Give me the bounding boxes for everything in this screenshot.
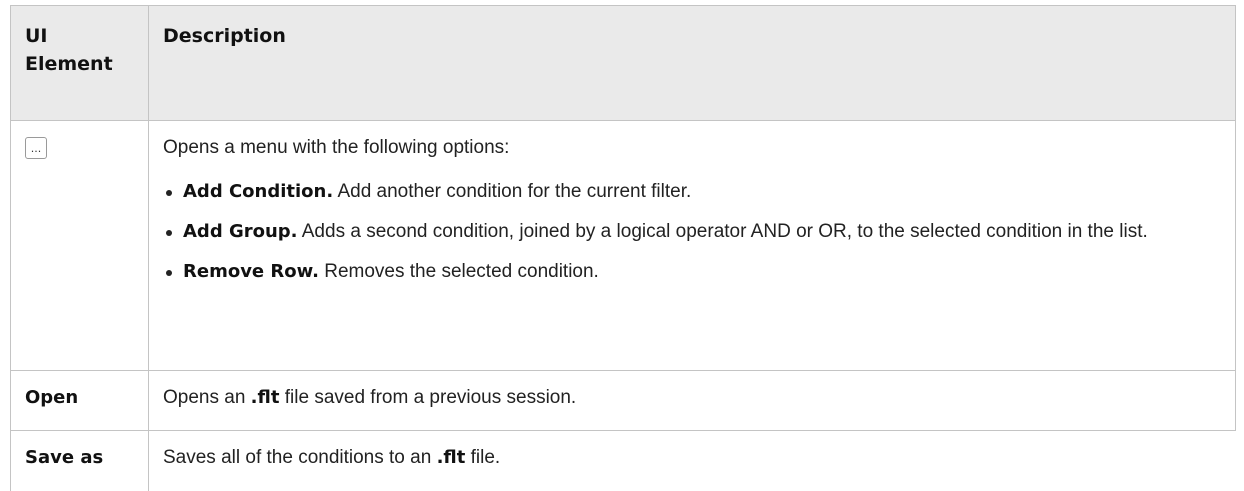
table-row: ... Opens a menu with the following opti… — [10, 120, 1236, 371]
description-text: file. — [465, 447, 501, 468]
description-intro: Opens a menu with the following options: — [163, 137, 510, 158]
option-term: Remove Row. — [183, 261, 319, 282]
option-text: Adds a second condition, joined by a log… — [297, 221, 1148, 242]
list-item: Add Condition. Add another condition for… — [163, 178, 1221, 206]
description-text: Saves all of the conditions to an — [163, 447, 437, 468]
description-text: file saved from a previous session. — [279, 387, 577, 408]
description-cell: Opens a menu with the following options:… — [148, 120, 1236, 371]
table-row: Save as Saves all of the conditions to a… — [10, 430, 1236, 491]
file-extension: .flt — [436, 447, 466, 468]
options-list: Add Condition. Add another condition for… — [163, 178, 1221, 286]
header-description: Description — [148, 5, 1236, 121]
table-row: Open Opens an .flt file saved from a pre… — [10, 370, 1236, 431]
list-item: Add Group. Adds a second condition, join… — [163, 218, 1221, 246]
option-term: Add Group. — [183, 221, 298, 242]
file-extension: .flt — [250, 387, 280, 408]
description-cell: Opens an .flt file saved from a previous… — [148, 370, 1236, 431]
element-label-open: Open — [25, 387, 79, 408]
description-text: Opens an — [163, 387, 251, 408]
option-text: Add another condition for the current fi… — [333, 181, 692, 202]
ellipsis-icon[interactable]: ... — [25, 137, 47, 159]
description-cell: Saves all of the conditions to an .flt f… — [148, 430, 1236, 491]
option-term: Add Condition. — [183, 181, 334, 202]
header-ui-element-line2: Element — [25, 53, 113, 75]
element-label-save-as: Save as — [25, 447, 104, 468]
option-text: Removes the selected condition. — [318, 261, 599, 282]
element-cell: Open — [10, 370, 149, 431]
list-item: Remove Row. Removes the selected conditi… — [163, 258, 1221, 286]
header-ui-element: UI Element — [10, 5, 149, 121]
element-cell: ... — [10, 120, 149, 371]
element-cell: Save as — [10, 430, 149, 491]
ui-elements-table: UI Element Description ... Opens a menu w… — [10, 5, 1236, 491]
header-ui-element-line1: UI — [25, 25, 48, 47]
table-header-row: UI Element Description — [10, 5, 1236, 121]
